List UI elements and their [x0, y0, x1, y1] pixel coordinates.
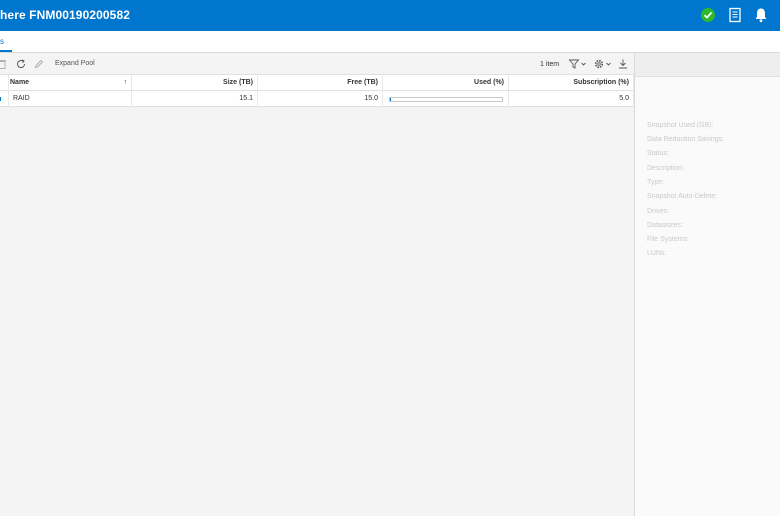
cell-name[interactable]: RAID — [6, 91, 132, 107]
cell-size: 15.1 — [132, 91, 258, 107]
cell-subscription: 5.0 — [509, 91, 634, 107]
prop-data-reduction-savings: Data Reduction Savings: — [647, 136, 725, 143]
chevron-down-icon[interactable] — [580, 58, 587, 70]
column-header-used[interactable]: Used (%) — [383, 75, 509, 91]
expand-pool-button[interactable]: Expand Pool — [55, 60, 95, 67]
used-progress-bar — [389, 97, 503, 102]
table-row[interactable]: RAID 15.1 15.0 5.0 — [0, 91, 634, 107]
column-header-size[interactable]: Size (TB) — [132, 75, 258, 91]
tab-bar: s — [0, 31, 780, 53]
prop-file-systems: File Systems: — [647, 236, 690, 243]
download-icon[interactable] — [617, 58, 629, 70]
delete-icon[interactable] — [0, 58, 8, 70]
filter-icon[interactable] — [568, 58, 580, 70]
tab-pools[interactable]: s — [0, 37, 4, 46]
column-header-name[interactable]: Name ↑ — [6, 75, 132, 91]
top-bar: here FNM00190200582 — [0, 0, 780, 31]
item-count: 1 item — [540, 61, 560, 68]
cell-free: 15.0 — [258, 91, 383, 107]
prop-datastores: Datastores: — [647, 222, 683, 229]
row-selection-marker — [0, 97, 1, 101]
main-content: Expand Pool 1 item Name ↑ Size (TB) Free… — [0, 53, 634, 516]
column-header-free[interactable]: Free (TB) — [258, 75, 383, 91]
toolbar: Expand Pool 1 item — [0, 53, 634, 75]
app-title: here FNM00190200582 — [0, 8, 130, 22]
used-progress-fill — [390, 98, 392, 101]
gear-icon[interactable] — [593, 58, 605, 70]
sort-ascending-icon[interactable]: ↑ — [124, 75, 128, 91]
prop-luns: LUNs: — [647, 250, 667, 257]
prop-drives: Drives: — [647, 208, 669, 215]
edit-icon[interactable] — [33, 58, 45, 70]
column-header-subscription[interactable]: Subscription (%) — [509, 75, 634, 91]
prop-snapshot-auto-delete: Snapshot Auto-Delete: — [647, 193, 718, 200]
properties-panel: Snapshot Used (GB): Data Reduction Savin… — [634, 53, 780, 516]
document-icon[interactable] — [727, 7, 743, 23]
prop-status: Status: — [647, 150, 669, 157]
table-header: Name ↑ Size (TB) Free (TB) Used (%) Subs… — [0, 75, 634, 91]
check-circle-icon[interactable] — [700, 7, 716, 23]
chevron-down-icon[interactable] — [605, 58, 612, 70]
pools-table: Name ↑ Size (TB) Free (TB) Used (%) Subs… — [0, 75, 634, 107]
bell-icon[interactable] — [753, 7, 769, 23]
prop-snapshot-used: Snapshot Used (GB): — [647, 122, 714, 129]
active-tab-indicator — [0, 50, 12, 52]
prop-type: Type: — [647, 179, 665, 186]
refresh-icon[interactable] — [15, 58, 27, 70]
properties-panel-header — [635, 53, 780, 77]
prop-description: Description: — [647, 165, 684, 172]
